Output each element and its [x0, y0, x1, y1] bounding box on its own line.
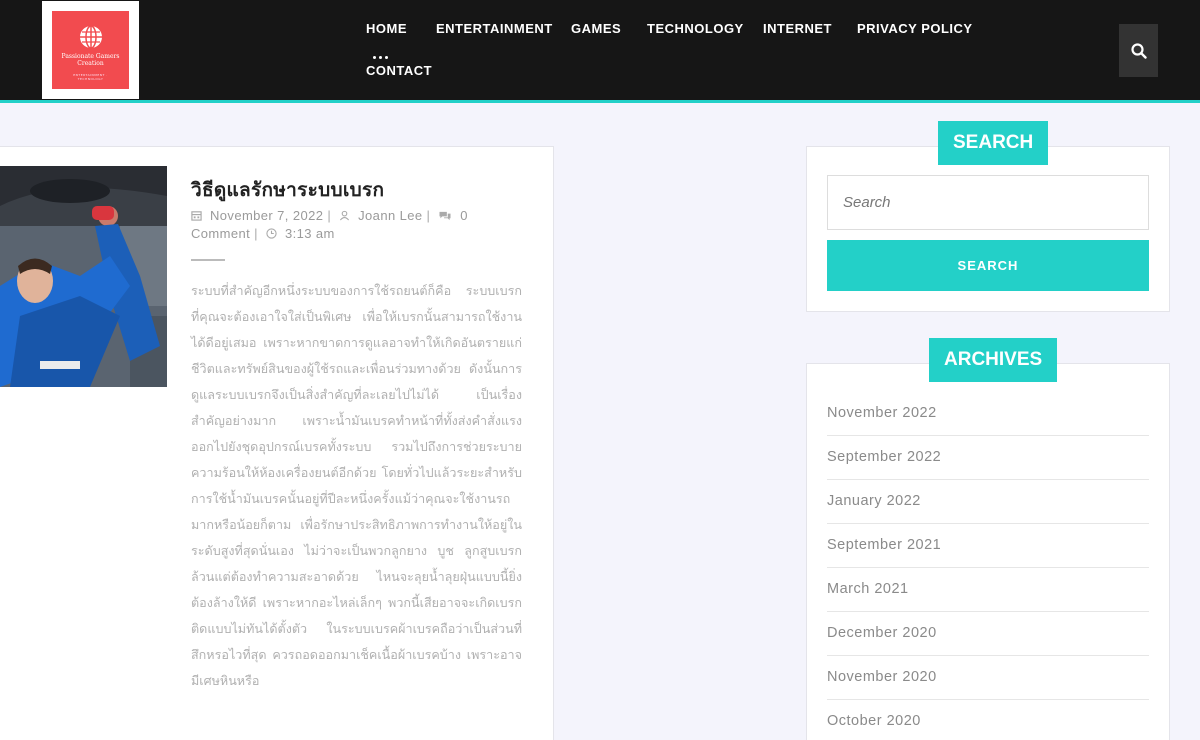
archive-item: March 2021 — [827, 568, 1149, 612]
archive-item: January 2022 — [827, 480, 1149, 524]
logo-text: Passionate Gamers Creation — [61, 53, 120, 67]
post-divider — [191, 259, 225, 261]
archive-link[interactable]: October 2020 — [827, 713, 921, 729]
search-input[interactable] — [827, 175, 1149, 230]
calendar-icon — [191, 211, 202, 221]
comments-icon — [439, 211, 451, 221]
globe-icon — [80, 25, 102, 49]
nav-games[interactable]: GAMES — [571, 21, 621, 36]
search-button[interactable]: SEARCH — [827, 240, 1149, 291]
post-time: 3:13 am — [284, 226, 335, 241]
header-search-button[interactable] — [1119, 24, 1158, 77]
archive-link[interactable]: November 2022 — [827, 405, 937, 421]
clock-icon — [266, 228, 277, 239]
archive-item: November 2020 — [827, 656, 1149, 700]
post-meta: November 7, 2022 | Joann Lee | 0 Comment | … — [191, 208, 468, 241]
nav-contact[interactable]: CONTACT — [366, 63, 432, 78]
archive-item: September 2021 — [827, 524, 1149, 568]
site-header: Passionate Gamers Creation ENTERTAINMENT… — [0, 0, 1200, 100]
nav-internet[interactable]: INTERNET — [763, 21, 832, 36]
nav-active-indicator — [373, 44, 393, 59]
archive-link[interactable]: January 2022 — [827, 493, 921, 509]
archive-item: October 2020 — [827, 700, 1149, 740]
post-title[interactable]: วิธีดูแลรักษาระบบเบรก — [191, 175, 384, 205]
nav-home[interactable]: HOME — [366, 21, 407, 36]
archive-item: November 2022 — [827, 392, 1149, 436]
search-icon — [1130, 42, 1147, 59]
mechanic-image — [0, 166, 167, 387]
archive-link[interactable]: March 2021 — [827, 581, 909, 597]
post-thumbnail[interactable] — [0, 166, 167, 387]
archive-item: December 2020 — [827, 612, 1149, 656]
search-widget-title: SEARCH — [938, 121, 1049, 165]
post-author[interactable]: Joann Lee — [358, 208, 422, 223]
header-accent-line — [0, 100, 1200, 103]
archive-link[interactable]: December 2020 — [827, 625, 937, 641]
archives-widget-title: ARCHIVES — [929, 338, 1058, 382]
nav-privacy-policy[interactable]: PRIVACY POLICY — [857, 21, 973, 36]
post-excerpt: ระบบที่สำคัญอีกหนึ่งระบบของการใช้รถยนต์ก… — [191, 283, 522, 688]
nav-entertainment[interactable]: ENTERTAINMENT — [436, 21, 553, 36]
logo-badge: Passionate Gamers Creation ENTERTAINMENT… — [52, 11, 129, 89]
archive-item: September 2022 — [827, 436, 1149, 480]
archive-link[interactable]: September 2022 — [827, 449, 941, 465]
user-icon — [340, 210, 350, 221]
archives-list: November 2022 September 2022 January 202… — [827, 392, 1149, 740]
post-date[interactable]: November 7, 2022 — [210, 208, 323, 223]
nav-technology[interactable]: TECHNOLOGY — [647, 21, 744, 36]
archive-link[interactable]: September 2021 — [827, 537, 941, 553]
site-logo[interactable]: Passionate Gamers Creation ENTERTAINMENT… — [42, 1, 139, 99]
archive-link[interactable]: November 2020 — [827, 669, 937, 685]
logo-subtext: ENTERTAINMENT · TECHNOLOGY — [73, 73, 108, 81]
